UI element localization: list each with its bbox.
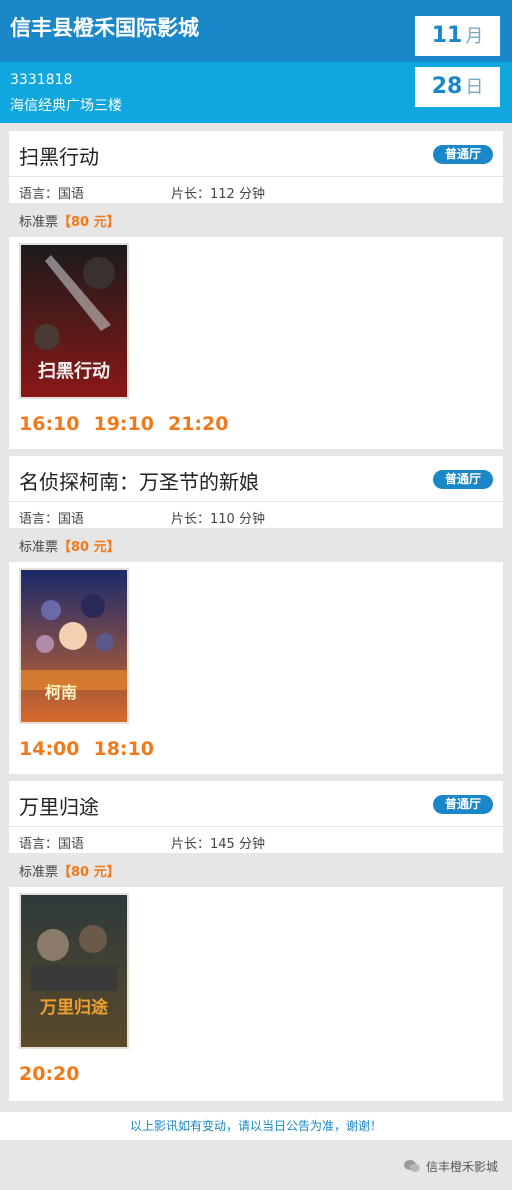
showtime[interactable]: 21:20	[168, 413, 228, 435]
showtimes: 16:10 19:10 21:20	[19, 413, 242, 435]
price-label: 标准票	[19, 215, 59, 230]
price-label: 标准票	[19, 865, 59, 880]
movie-card: 扫黑行动 普通厅 语言：国语 片长：112 分钟 标准票【80 元】 扫黑行动 …	[0, 131, 512, 449]
showtime[interactable]: 19:10	[93, 413, 153, 435]
price-row: 标准票【80 元】	[0, 203, 512, 237]
price-label: 标准票	[19, 540, 59, 555]
movie-poster[interactable]: 万里归途	[19, 893, 129, 1049]
hall-badge: 普通厅	[432, 470, 493, 489]
showtimes: 14:00 18:10	[19, 738, 168, 760]
wechat-name: 信丰橙禾影城	[425, 1160, 498, 1174]
movie-duration: 片长：112 分钟	[171, 187, 265, 202]
movie-title[interactable]: 万里归途	[19, 791, 99, 820]
header-top: 信丰县橙禾国际影城 11 月	[0, 0, 512, 62]
movie-card: 万里归途 普通厅 语言：国语 片长：145 分钟 标准票【80 元】 万里归途 …	[0, 781, 512, 1101]
movie-poster[interactable]: 柯南	[19, 568, 129, 724]
showtime[interactable]: 14:00	[19, 738, 79, 760]
month-value: 11	[431, 23, 463, 48]
movie-language: 语言：国语	[19, 187, 85, 202]
cinema-name: 信丰县橙禾国际影城	[10, 16, 199, 40]
poster-lettering: 柯南	[45, 683, 77, 702]
movie-card: 名侦探柯南：万圣节的新娘 普通厅 语言：国语 片长：110 分钟 标准票【80 …	[0, 456, 512, 774]
price-row: 标准票【80 元】	[0, 853, 512, 887]
movie-duration: 片长：145 分钟	[171, 837, 265, 852]
day-value: 28	[431, 74, 463, 99]
movie-info-row: 语言：国语 片长：145 分钟	[9, 828, 503, 853]
price-row: 标准票【80 元】	[0, 528, 512, 562]
movie-duration: 片长：110 分钟	[171, 512, 265, 527]
movie-title-row: 扫黑行动 普通厅	[9, 131, 503, 177]
hall-badge: 普通厅	[432, 145, 493, 164]
day-box: 28 日	[415, 67, 500, 107]
movie-title-row: 名侦探柯南：万圣节的新娘 普通厅	[9, 456, 503, 502]
movie-title[interactable]: 扫黑行动	[19, 141, 99, 170]
movie-info-row: 语言：国语 片长：112 分钟	[9, 178, 503, 203]
movie-language: 语言：国语	[19, 512, 85, 527]
movie-poster[interactable]: 扫黑行动	[19, 243, 129, 399]
day-unit: 日	[465, 77, 484, 98]
movie-title[interactable]: 名侦探柯南：万圣节的新娘	[19, 466, 259, 495]
month-unit: 月	[465, 26, 484, 47]
showtimes: 20:20	[19, 1063, 93, 1085]
month-box: 11 月	[415, 16, 500, 56]
showtime[interactable]: 20:20	[19, 1063, 79, 1085]
hall-badge: 普通厅	[432, 795, 493, 814]
showtime[interactable]: 18:10	[93, 738, 153, 760]
price-value: 【80 元】	[58, 215, 120, 230]
poster-lettering: 万里归途	[39, 997, 109, 1018]
footer-notice: 以上影讯如有变动，请以当日公告为准，谢谢！	[0, 1112, 512, 1140]
cinema-phone[interactable]: 3331818	[10, 72, 72, 88]
price-value: 【80 元】	[58, 865, 120, 880]
showtime[interactable]: 16:10	[19, 413, 79, 435]
wechat-icon	[403, 1159, 420, 1176]
poster-lettering: 扫黑行动	[38, 360, 110, 382]
movie-language: 语言：国语	[19, 837, 85, 852]
price-value: 【80 元】	[58, 540, 120, 555]
movie-title-row: 万里归途 普通厅	[9, 781, 503, 827]
header-bottom: 3331818 海信经典广场三楼 28 日	[0, 62, 512, 123]
wechat-account[interactable]: 信丰橙禾影城	[403, 1158, 498, 1176]
movie-info-row: 语言：国语 片长：110 分钟	[9, 503, 503, 528]
cinema-address: 海信经典广场三楼	[10, 98, 122, 114]
